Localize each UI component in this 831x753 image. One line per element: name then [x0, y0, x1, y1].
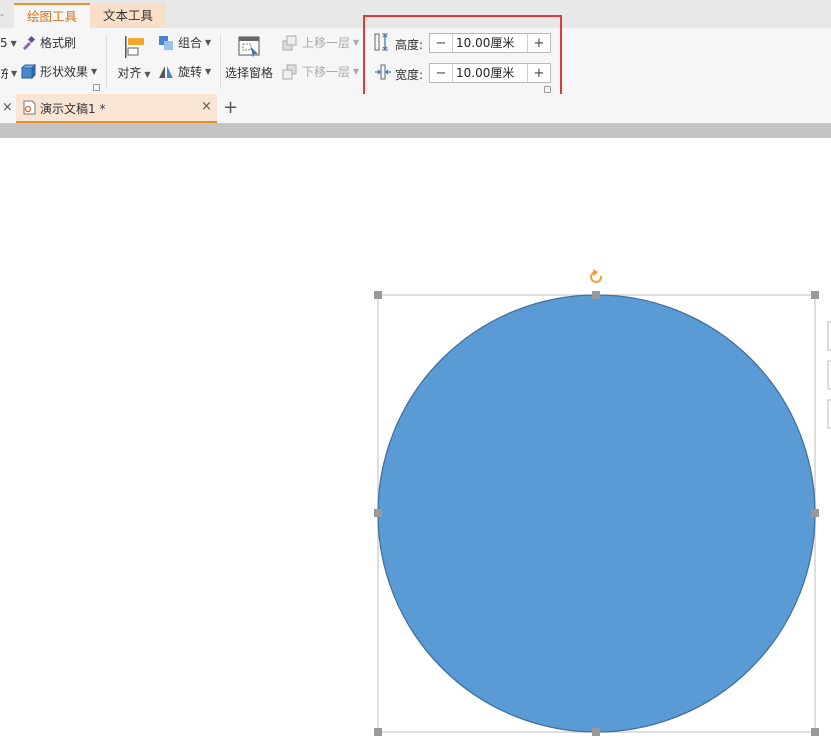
- ribbon-separator: [106, 34, 107, 88]
- rotate-handle-icon[interactable]: [590, 269, 603, 283]
- resize-handle-bottom[interactable]: [592, 728, 600, 736]
- close-icon[interactable]: ×: [201, 99, 212, 114]
- dialog-launcher-icon[interactable]: [93, 84, 100, 91]
- slide-canvas[interactable]: [0, 138, 831, 753]
- format-painter-button[interactable]: 格式刷: [20, 34, 76, 51]
- chevron-down-icon: ▼: [353, 38, 360, 47]
- ribbon-stub-top-label: 5: [0, 36, 8, 50]
- group-button[interactable]: 组合 ▼: [158, 34, 211, 51]
- send-backward-label: 下移一层: [302, 65, 351, 79]
- document-tab-label: 演示文稿1 *: [40, 102, 106, 116]
- resize-handle-top-left[interactable]: [374, 291, 382, 299]
- align-label-wrap: 对齐 ▼: [117, 64, 150, 81]
- ribbon-stub-bottom[interactable]: 东 ▼: [0, 65, 17, 82]
- shape-effects-button[interactable]: 形状效果 ▼: [20, 63, 97, 80]
- ribbon-stub-bottom-label: 东: [0, 67, 8, 81]
- presentation-file-icon: [23, 100, 36, 115]
- group-icon: [158, 35, 174, 51]
- resize-handle-bottom-right[interactable]: [811, 728, 819, 736]
- chevron-down-icon: ▼: [10, 38, 17, 48]
- bring-forward-label: 上移一层: [302, 36, 351, 50]
- resize-handle-top[interactable]: [592, 291, 600, 299]
- selection-pane-label: 选择窗格: [225, 66, 274, 80]
- chevron-down-icon: ▼: [353, 67, 360, 76]
- align-icon: [121, 34, 147, 60]
- highlight-box: [363, 15, 562, 97]
- new-tab-button[interactable]: +: [223, 97, 238, 118]
- workspace-border: [0, 123, 831, 138]
- selection-pane-icon: [236, 34, 262, 60]
- rotate-button[interactable]: 旋转 ▼: [158, 63, 211, 80]
- selection-pane-button[interactable]: 选择窗格: [225, 34, 273, 88]
- ribbon-stub-top[interactable]: 5 ▼: [0, 36, 17, 50]
- circle-shape[interactable]: [377, 294, 816, 733]
- align-button[interactable]: 对齐 ▼: [117, 34, 151, 88]
- bring-forward-icon: [282, 35, 298, 51]
- chevron-down-icon: ▼: [11, 69, 18, 78]
- tab-drawing-tools[interactable]: 绘图工具: [14, 3, 90, 28]
- align-label: 对齐: [117, 66, 142, 80]
- resize-handle-right[interactable]: [811, 509, 819, 517]
- document-tab-bar: × 演示文稿1 * × +: [0, 94, 831, 123]
- bring-forward-button[interactable]: 上移一层 ▼: [282, 34, 359, 51]
- group-label: 组合: [178, 36, 203, 50]
- cube-icon: [20, 63, 37, 80]
- chevron-down-icon: ▼: [91, 67, 98, 76]
- resize-handle-left[interactable]: [374, 509, 382, 517]
- brush-icon: [20, 35, 36, 51]
- rotate-icon: [158, 64, 174, 80]
- slide-svg: [374, 269, 831, 736]
- send-backward-icon: [282, 64, 298, 80]
- resize-handle-top-right[interactable]: [811, 291, 819, 299]
- chevron-down-icon: ▼: [144, 70, 151, 79]
- tab-text-tools[interactable]: 文本工具: [90, 3, 166, 28]
- chevron-down-icon: ▼: [205, 67, 212, 76]
- resize-handle-bottom-left[interactable]: [374, 728, 382, 736]
- shape-effects-label: 形状效果: [40, 65, 89, 79]
- send-backward-button[interactable]: 下移一层 ▼: [282, 63, 359, 80]
- ribbon-separator: [220, 34, 221, 88]
- rotate-label: 旋转: [178, 65, 203, 79]
- tab-stub: -: [0, 8, 4, 21]
- document-tab[interactable]: 演示文稿1 * ×: [16, 94, 217, 123]
- chevron-down-icon: ▼: [205, 38, 212, 47]
- format-painter-label: 格式刷: [40, 36, 77, 50]
- close-icon[interactable]: ×: [2, 100, 13, 115]
